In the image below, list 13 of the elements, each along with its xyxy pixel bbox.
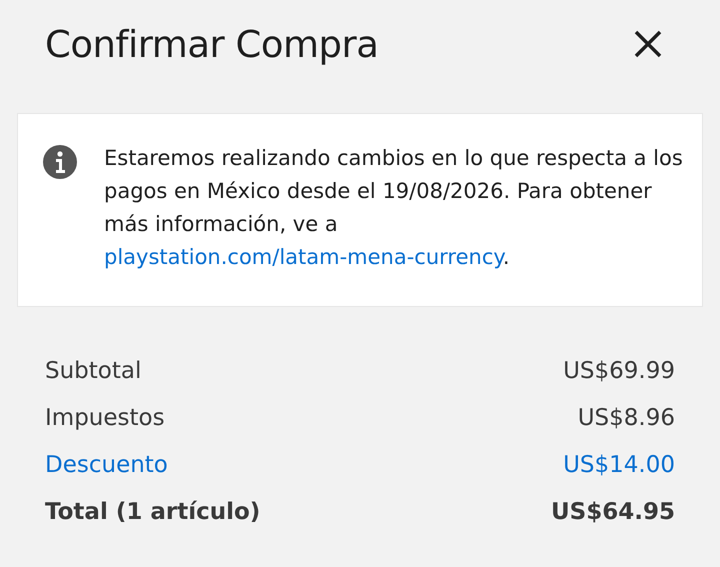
- total-amount: US$64.95: [551, 498, 675, 524]
- summary-amount: US$8.96: [578, 404, 675, 430]
- summary-amount: US$14.00: [563, 452, 675, 478]
- info-icon: [42, 144, 78, 180]
- notice-text: Estaremos realizando cambios en lo que respecta a los pagos en México desde el 19/08/2026. Para obtener más información, ve a playstation.com/latam-mena-currency.: [104, 145, 684, 271]
- summary-label: Descuento: [45, 452, 168, 478]
- close-icon[interactable]: [633, 29, 663, 59]
- currency-link[interactable]: playstation.com/latam-mena-currency: [104, 245, 503, 269]
- summary-label: Subtotal: [45, 358, 142, 384]
- summary-label: Impuestos: [45, 404, 165, 430]
- summary-amount: US$69.99: [563, 358, 675, 384]
- total-label: Total (1 artículo): [45, 498, 260, 524]
- dialog-title: Confirmar Compra: [45, 22, 378, 66]
